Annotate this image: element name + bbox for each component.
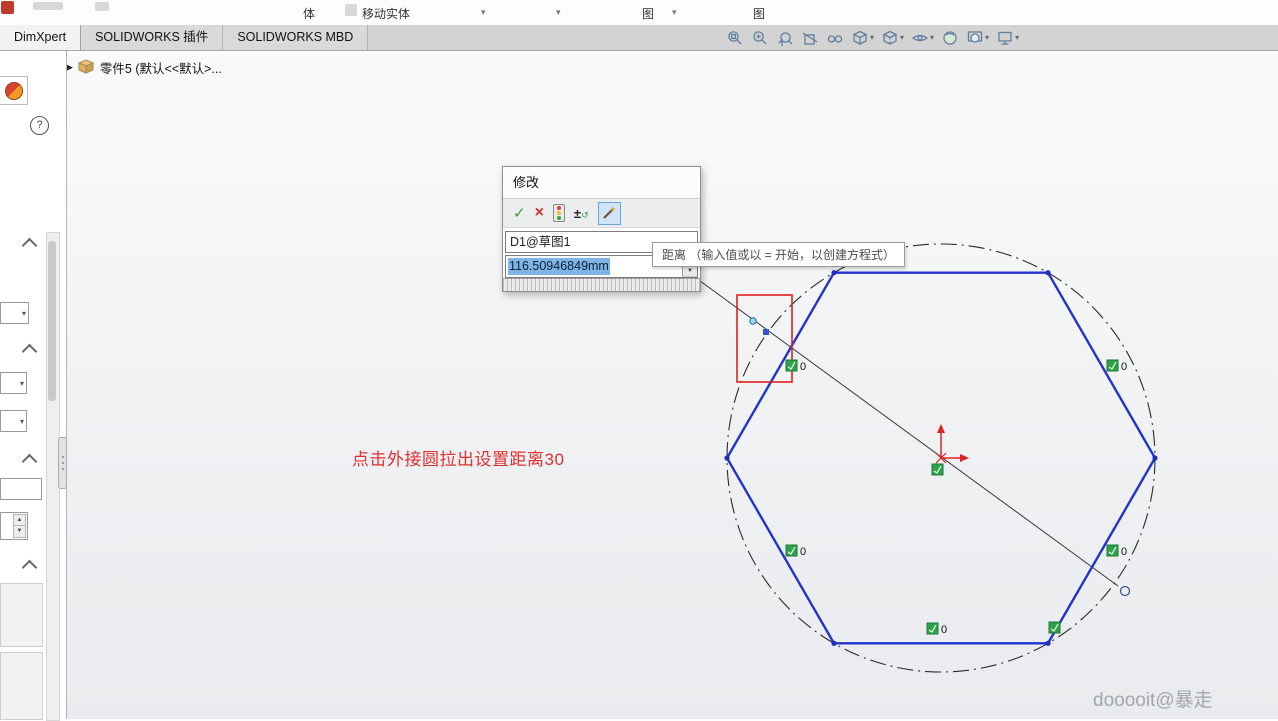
tab-solidworks-mbd[interactable]: SOLIDWORKS MBD xyxy=(223,25,369,50)
ribbon-label: 体 xyxy=(303,7,316,21)
view-orientation-icon[interactable]: ▾ xyxy=(850,27,875,49)
app-logo-icon xyxy=(1,1,14,14)
rebuild-icon[interactable] xyxy=(552,204,565,222)
relation-badge[interactable]: 0 xyxy=(785,359,806,373)
instruction-annotation: 点击外接圆拉出设置距离30 xyxy=(352,450,565,469)
move-entities-icon xyxy=(345,4,357,16)
chevron-down-icon[interactable]: ▾ xyxy=(985,33,989,42)
relation-badge[interactable]: 0 xyxy=(1106,359,1127,373)
heads-up-view-toolbar: ▾ ▾ ▾ ▾ ▾ xyxy=(725,26,1020,49)
dropdown-select[interactable]: ▾ xyxy=(0,372,27,394)
spin-down-icon[interactable]: ▼ xyxy=(13,525,26,538)
number-stepper[interactable]: ▲ ▼ xyxy=(0,512,28,540)
chevron-down-icon[interactable]: ▾ xyxy=(556,7,561,18)
svg-text:0: 0 xyxy=(800,361,806,373)
relation-badge[interactable]: 0 xyxy=(785,544,806,558)
ribbon-label: 图 xyxy=(753,7,766,21)
dropdown-select[interactable]: ▾ xyxy=(0,410,27,432)
chevron-down-icon[interactable]: ▾ xyxy=(1015,33,1019,42)
chevron-down-icon: ▾ xyxy=(19,416,24,426)
chevron-down-icon[interactable]: ▾ xyxy=(870,33,874,42)
sketch-point-handle[interactable] xyxy=(763,329,769,335)
panel-box xyxy=(0,652,43,720)
zoom-to-area-icon[interactable] xyxy=(750,27,770,49)
chevron-down-icon[interactable]: ▾ xyxy=(672,7,677,18)
collapse-chevron-icon[interactable] xyxy=(21,237,38,254)
solidworks-window: { "ribbon": { "partial_labels": ["体", "移… xyxy=(0,0,1278,721)
dynamic-annotation-view-icon[interactable] xyxy=(825,27,845,49)
ribbon-label-move-entities[interactable]: 移动实体 xyxy=(362,5,410,22)
previous-view-icon[interactable] xyxy=(775,27,795,49)
watermark-text: dooooit@暴走 xyxy=(1093,690,1213,711)
modify-dialog-title: 修改 xyxy=(503,167,700,199)
help-icon[interactable]: ? xyxy=(30,116,49,135)
panel-box xyxy=(0,583,43,647)
feature-tree-root[interactable]: ▶ 零件5 (默认<<默认>... xyxy=(66,56,222,78)
modify-dialog-toolbar: ✓ × ±↺ xyxy=(503,199,700,228)
chevron-down-icon[interactable]: ▾ xyxy=(481,7,486,18)
cancel-button[interactable]: × xyxy=(535,204,544,222)
display-style-icon[interactable]: ▾ xyxy=(880,27,905,49)
dimension-value-input[interactable]: 116.50946849mm xyxy=(508,258,610,275)
property-manager-tab[interactable] xyxy=(0,76,28,105)
apply-scene-icon[interactable]: ▾ xyxy=(965,27,990,49)
selection-highlight-box xyxy=(736,294,793,383)
zoom-to-fit-icon[interactable] xyxy=(725,27,745,49)
tree-expand-icon[interactable]: ▶ xyxy=(66,62,73,73)
chevron-down-icon: ▾ xyxy=(21,308,26,318)
ribbon-partial-icon xyxy=(33,2,63,10)
chevron-down-icon[interactable]: ▾ xyxy=(930,33,934,42)
property-manager-tab-icon xyxy=(4,81,23,100)
accept-button[interactable]: ✓ xyxy=(513,204,526,222)
svg-text:0: 0 xyxy=(1121,546,1127,558)
svg-text:0: 0 xyxy=(1121,361,1127,373)
part-icon xyxy=(77,59,95,74)
section-view-icon[interactable] xyxy=(800,27,820,49)
ribbon-tab-bar: DimXpert SOLIDWORKS 插件 SOLIDWORKS MBD ▾ … xyxy=(0,25,1278,51)
spin-increment-icon[interactable] xyxy=(597,201,621,225)
plus-minus-glyph: ± xyxy=(573,205,582,221)
sketch-canvas[interactable]: 0 0 0 0 0 xyxy=(0,0,1278,719)
spin-down-icon[interactable]: ▼ xyxy=(682,266,697,277)
property-manager-panel: ? ▾ ▾ ▾ ▲ ▼ xyxy=(0,50,67,721)
wand-glyph xyxy=(603,207,616,219)
relation-badge[interactable] xyxy=(1048,621,1061,634)
modify-dialog[interactable]: 修改 ✓ × ±↺ D1@草图1 116.50946849mm ▲ ▼ xyxy=(502,166,701,292)
dropdown-select[interactable]: ▾ xyxy=(0,302,29,324)
dimension-handle-circle[interactable] xyxy=(1119,585,1131,597)
chevron-down-icon: ▾ xyxy=(19,378,24,388)
ribbon-strip: 体 移动实体 ▾ ▾ 图 ▾ 图 xyxy=(0,0,1278,26)
relation-badge[interactable]: 0 xyxy=(926,622,947,636)
tab-dimxpert[interactable]: DimXpert xyxy=(0,25,82,50)
feature-tree-root-label[interactable]: 零件5 (默认<<默认>... xyxy=(100,58,222,77)
value-thumbwheel[interactable] xyxy=(503,278,700,291)
dimension-tooltip: 距离 （输入值或以 = 开始，以创建方程式） xyxy=(652,242,906,267)
dimension-leader-line[interactable] xyxy=(695,277,1119,587)
ribbon-label: 图 xyxy=(642,7,655,21)
reverse-direction-icon[interactable]: ±↺ xyxy=(574,206,589,221)
ribbon-partial-icon xyxy=(95,2,109,11)
sketch-origin[interactable] xyxy=(935,424,969,464)
scrollbar-thumb[interactable] xyxy=(48,241,56,401)
hide-show-items-icon[interactable]: ▾ xyxy=(910,27,935,49)
reverse-arrow-glyph: ↺ xyxy=(581,209,589,220)
tab-solidworks-addins[interactable]: SOLIDWORKS 插件 xyxy=(81,25,224,50)
edit-appearance-icon[interactable] xyxy=(940,27,960,49)
sketch-point-circle[interactable] xyxy=(749,317,757,325)
collapse-chevron-icon[interactable] xyxy=(21,453,38,470)
collapse-chevron-icon[interactable] xyxy=(21,559,38,576)
svg-text:0: 0 xyxy=(800,546,806,558)
view-settings-icon[interactable]: ▾ xyxy=(995,27,1020,49)
value-input[interactable] xyxy=(0,478,42,500)
relation-badge[interactable]: 0 xyxy=(1106,544,1127,558)
relation-badge[interactable] xyxy=(931,463,944,476)
collapse-chevron-icon[interactable] xyxy=(21,343,38,360)
chevron-down-icon[interactable]: ▾ xyxy=(900,33,904,42)
svg-text:0: 0 xyxy=(941,624,947,636)
panel-splitter-handle[interactable] xyxy=(58,437,67,489)
